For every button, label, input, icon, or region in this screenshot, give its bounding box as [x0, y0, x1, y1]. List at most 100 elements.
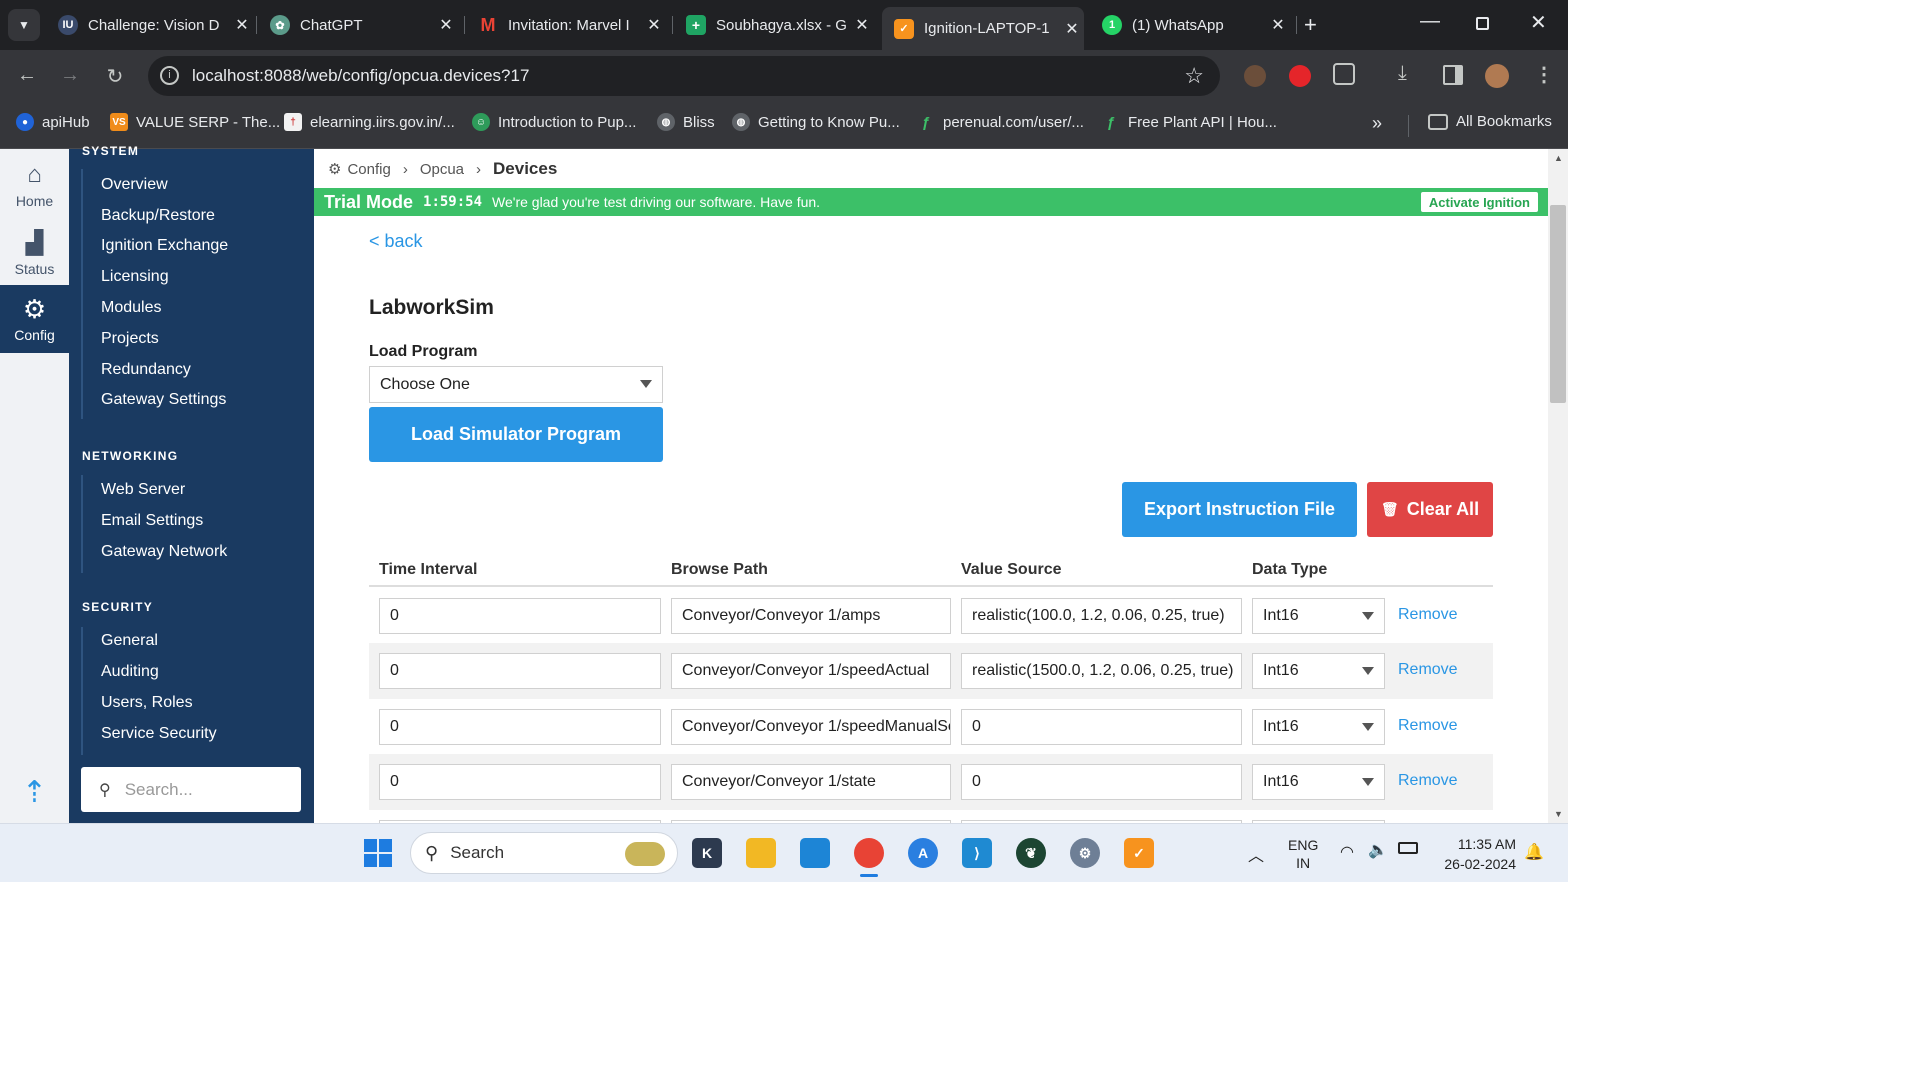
breadcrumb-config[interactable]: Config: [347, 161, 390, 178]
nav-email-settings[interactable]: Email Settings: [101, 512, 203, 530]
bookmark-free-plant-api[interactable]: ƒ Free Plant API | Hou...: [1102, 113, 1277, 131]
nav-overview[interactable]: Overview: [101, 176, 168, 194]
forward-arrow-icon[interactable]: →: [57, 64, 83, 87]
mongodb-icon[interactable]: ❦: [1016, 838, 1046, 868]
new-tab-button[interactable]: +: [1304, 12, 1317, 38]
back-arrow-icon[interactable]: ←: [14, 64, 40, 87]
reload-icon[interactable]: ↻: [102, 64, 128, 89]
bookmark-puppeteer-intro[interactable]: ☺ Introduction to Pup...: [472, 113, 636, 131]
close-tab-icon[interactable]: ✕: [1060, 19, 1084, 39]
bookmark-star-icon[interactable]: ☆: [1184, 63, 1204, 89]
bookmarks-overflow-button[interactable]: »: [1372, 113, 1382, 134]
adblock-icon[interactable]: [1289, 65, 1311, 87]
file-explorer-icon[interactable]: [746, 838, 776, 868]
rail-home[interactable]: ⌂ Home: [0, 161, 69, 221]
time-interval-input[interactable]: 0: [379, 598, 661, 634]
battery-icon[interactable]: [1398, 842, 1418, 854]
data-type-select[interactable]: Int16: [1252, 653, 1385, 689]
bookmark-apihub[interactable]: ● apiHub: [16, 113, 90, 131]
nav-backup-restore[interactable]: Backup/Restore: [101, 207, 215, 225]
all-bookmarks-button[interactable]: All Bookmarks: [1428, 113, 1552, 130]
browser-tab-2[interactable]: ✿ ChatGPT ✕: [258, 7, 458, 43]
time-interval-input[interactable]: 0: [379, 653, 661, 689]
wifi-icon[interactable]: ◠: [1340, 842, 1354, 862]
nav-gateway-network[interactable]: Gateway Network: [101, 543, 227, 561]
bookmark-perenual[interactable]: ƒ perenual.com/user/...: [917, 113, 1084, 131]
data-type-select[interactable]: Int16: [1252, 709, 1385, 745]
rail-status[interactable]: ▟ Status: [0, 229, 69, 289]
close-tab-icon[interactable]: ✕: [850, 15, 874, 35]
nav-security-general[interactable]: General: [101, 632, 158, 650]
tab-search-button[interactable]: ▼: [8, 9, 40, 41]
scroll-to-top-icon[interactable]: ⇡: [0, 775, 69, 810]
language-indicator[interactable]: ENG IN: [1288, 836, 1318, 872]
clock[interactable]: 11:35 AM 26-02-2024: [1432, 834, 1516, 874]
scrollbar-thumb[interactable]: [1550, 205, 1566, 403]
back-link[interactable]: < back: [369, 231, 423, 252]
value-source-input[interactable]: 0: [961, 764, 1242, 800]
remote-desktop-icon[interactable]: [800, 838, 830, 868]
rail-config[interactable]: ⚙ Config: [0, 285, 69, 353]
volume-icon[interactable]: 🔈: [1368, 840, 1388, 860]
page-scrollbar[interactable]: ▲ ▼: [1548, 149, 1568, 823]
browse-path-input[interactable]: Conveyor/Conveyor 1/speedActual: [671, 653, 951, 689]
profile-avatar[interactable]: [1485, 64, 1509, 88]
sidebar-search-input[interactable]: ⚲ Search...: [81, 767, 301, 812]
value-source-input[interactable]: realistic(100.0, 1.2, 0.06, 0.25, true): [961, 598, 1242, 634]
time-interval-input[interactable]: 0: [379, 709, 661, 745]
close-tab-icon[interactable]: ✕: [1266, 15, 1290, 35]
nav-gateway-settings[interactable]: Gateway Settings: [101, 391, 226, 409]
browser-tab-5[interactable]: ✓ Ignition-LAPTOP-1 ✕: [882, 7, 1084, 50]
app-store-icon[interactable]: A: [908, 838, 938, 868]
nav-ignition-exchange[interactable]: Ignition Exchange: [101, 237, 228, 255]
bookmark-elearning[interactable]: † elearning.iirs.gov.in/...: [284, 113, 455, 131]
side-panel-icon[interactable]: [1443, 65, 1463, 85]
browser-tab-3[interactable]: M Invitation: Marvel I ✕: [466, 7, 666, 43]
value-source-input[interactable]: realistic(1500.0, 1.2, 0.06, 0.25, true): [961, 653, 1242, 689]
activate-ignition-button[interactable]: Activate Ignition: [1420, 192, 1538, 212]
close-tab-icon[interactable]: ✕: [642, 15, 666, 35]
nav-licensing[interactable]: Licensing: [101, 268, 169, 286]
browse-path-input[interactable]: Conveyor/Conveyor 1/state: [671, 764, 951, 800]
minimize-button[interactable]: —: [1420, 10, 1440, 33]
site-info-icon[interactable]: i: [160, 66, 179, 85]
load-simulator-program-button[interactable]: Load Simulator Program: [369, 407, 663, 462]
browser-tab-1[interactable]: IU Challenge: Vision D ✕: [46, 7, 254, 43]
nav-web-server[interactable]: Web Server: [101, 481, 185, 499]
nav-users-roles[interactable]: Users, Roles: [101, 694, 193, 712]
scroll-down-arrow-icon[interactable]: ▼: [1554, 809, 1563, 819]
breadcrumb-opcua[interactable]: Opcua: [420, 161, 464, 178]
nav-projects[interactable]: Projects: [101, 330, 159, 348]
bookmark-value-serp[interactable]: VS VALUE SERP - The...: [110, 113, 280, 131]
cmd-app-icon[interactable]: K: [692, 838, 722, 868]
load-program-select[interactable]: Choose One: [369, 366, 663, 403]
bookmark-getting-to-know[interactable]: ◍ Getting to Know Pu...: [732, 113, 900, 131]
extensions-puzzle-icon[interactable]: [1333, 63, 1355, 85]
browse-path-input[interactable]: Conveyor/Conveyor 1/amps: [671, 598, 951, 634]
data-type-select[interactable]: Int16: [1252, 598, 1385, 634]
menu-dots-icon[interactable]: ⋮: [1534, 62, 1554, 87]
browser-tab-6[interactable]: 1 (1) WhatsApp ✕: [1090, 7, 1290, 43]
url-input[interactable]: i localhost:8088/web/config/opcua.device…: [148, 56, 1220, 96]
scroll-up-arrow-icon[interactable]: ▲: [1554, 153, 1563, 163]
close-tab-icon[interactable]: ✕: [434, 15, 458, 35]
nav-redundancy[interactable]: Redundancy: [101, 361, 191, 379]
nav-service-security[interactable]: Service Security: [101, 725, 217, 743]
download-icon[interactable]: ⤓: [1398, 62, 1407, 85]
close-tab-icon[interactable]: ✕: [230, 15, 254, 35]
chevron-up-icon[interactable]: ︿: [1248, 842, 1264, 866]
remove-row-link[interactable]: Remove: [1398, 717, 1458, 735]
remove-row-link[interactable]: Remove: [1398, 661, 1458, 679]
ignition-app-icon[interactable]: ✓: [1124, 838, 1154, 868]
taskbar-search-box[interactable]: ⚲ Search: [410, 832, 678, 874]
close-window-button[interactable]: ✕: [1530, 10, 1547, 35]
time-interval-input[interactable]: 0: [379, 764, 661, 800]
nav-auditing[interactable]: Auditing: [101, 663, 159, 681]
restore-button[interactable]: [1476, 17, 1489, 30]
notification-bell-icon[interactable]: 🔔: [1524, 842, 1544, 862]
data-type-select[interactable]: Int16: [1252, 764, 1385, 800]
windows-start-icon[interactable]: [364, 839, 392, 867]
value-source-input[interactable]: 0: [961, 709, 1242, 745]
nav-modules[interactable]: Modules: [101, 299, 161, 317]
extension-icon-1[interactable]: [1244, 65, 1266, 87]
